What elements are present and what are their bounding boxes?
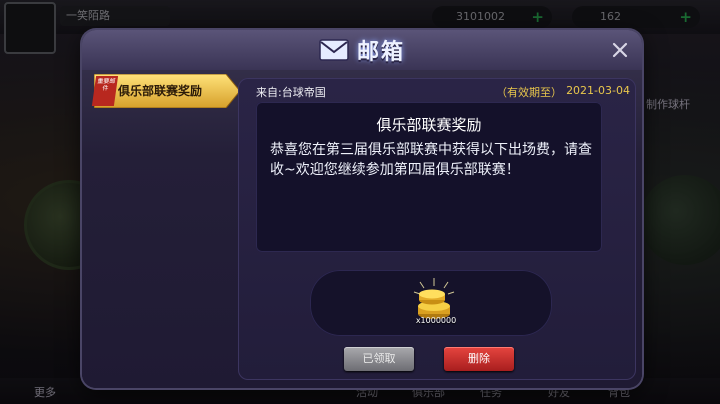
sender-label: 来自:台球帝国 xyxy=(256,86,326,99)
message-body-box: 俱乐部联赛奖励 恭喜您在第三届俱乐部联赛中获得以下出场费，请查收~欢迎您继续参加… xyxy=(256,102,602,252)
dialog-title-bar: 邮箱 xyxy=(82,34,642,66)
expiry-date: 2021-03-04 xyxy=(566,84,630,97)
expiry-label: （有效期至） xyxy=(496,86,562,99)
reward-area: x1000000 xyxy=(310,270,552,336)
message-panel: 来自:台球帝国 （有效期至） 2021-03-04 俱乐部联赛奖励 恭喜您在第三… xyxy=(238,78,636,380)
message-text: 恭喜您在第三届俱乐部联赛中获得以下出场费，请查收~欢迎您继续参加第四届俱乐部联赛… xyxy=(270,142,592,178)
message-title: 俱乐部联赛奖励 xyxy=(376,116,482,134)
delete-button[interactable]: 删除 xyxy=(444,347,514,371)
claimed-button[interactable]: 已领取 xyxy=(344,347,414,371)
close-icon[interactable] xyxy=(611,41,629,59)
mailbox-dialog: 邮箱 重要邮件 俱乐部联赛奖励 来自:台球帝国 （有效期至） 2021-03-0… xyxy=(82,30,642,388)
close-button[interactable] xyxy=(608,38,632,62)
envelope-icon xyxy=(319,39,349,61)
important-badge: 重要邮件 xyxy=(91,76,119,106)
mail-list-item-label: 俱乐部联赛奖励 xyxy=(118,84,203,98)
mail-list-item[interactable]: 重要邮件 俱乐部联赛奖励 xyxy=(91,74,240,108)
dialog-title: 邮箱 xyxy=(356,40,405,65)
reward-quantity: x1000000 xyxy=(415,316,457,325)
